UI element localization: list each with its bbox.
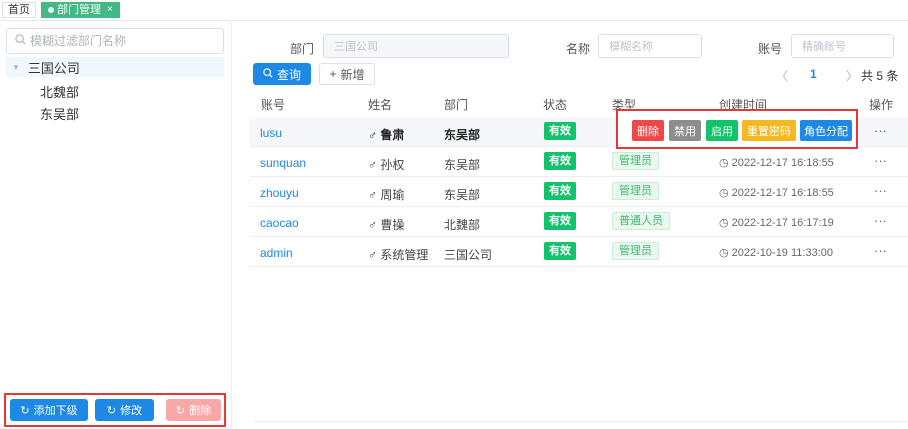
- refresh-icon: ↻: [175, 404, 186, 417]
- created-time: ◷ 2022-10-19 11:33:00: [719, 247, 833, 259]
- active-dot-icon: [48, 7, 54, 13]
- table-row[interactable]: sunquan ♂ 孙权 东吴部 有效 管理员 ◷ 2022-12-17 16:…: [250, 147, 908, 177]
- account-filter-input[interactable]: 精确账号: [791, 34, 894, 58]
- clock-icon: ◷: [719, 157, 732, 169]
- dept-name: 北魏部: [444, 218, 481, 232]
- tab-label: 部门管理: [57, 4, 101, 16]
- next-page-icon[interactable]: 〉: [846, 67, 858, 84]
- row-delete-button[interactable]: 删除: [632, 120, 664, 141]
- reset-password-button[interactable]: 重置密码: [742, 120, 796, 141]
- tree-filter-input[interactable]: [30, 34, 210, 48]
- tree-node-label: 三国公司: [27, 60, 80, 76]
- more-actions-icon[interactable]: ···: [874, 243, 887, 258]
- dept-name: 三国公司: [444, 248, 493, 262]
- tree-filter-field[interactable]: [6, 28, 224, 54]
- tree-node-dongwu[interactable]: 东吴部: [40, 104, 79, 123]
- tree-node-beiwei[interactable]: 北魏部: [40, 82, 79, 101]
- table-row[interactable]: zhouyu ♂ 周瑜 东吴部 有效 管理员 ◷ 2022-12-17 16:1…: [250, 177, 908, 207]
- prev-page-icon[interactable]: 〈: [776, 67, 788, 84]
- user-name: ♂ 周瑜: [368, 188, 405, 202]
- created-time: ◷ 2022-12-17 16:17:19: [719, 217, 834, 229]
- account-link[interactable]: lusu: [260, 126, 282, 140]
- search-icon: [15, 34, 26, 48]
- row-actions-popover: 删除 禁用 启用 重置密码 角色分配: [616, 109, 858, 149]
- tree-action-bar: ↻ 添加下级 ↻ 修改 ↻ 删除: [4, 393, 226, 427]
- user-name: ♂ 鲁肃: [368, 128, 405, 142]
- status-badge: 有效: [544, 242, 576, 260]
- type-badge: 普通人员: [612, 212, 670, 230]
- account-link[interactable]: admin: [260, 246, 293, 260]
- clock-icon: ◷: [719, 187, 732, 199]
- name-filter-input[interactable]: 模糊名称: [598, 34, 702, 58]
- edit-button[interactable]: ↻ 修改: [95, 399, 154, 421]
- clock-icon: ◷: [719, 247, 732, 259]
- more-actions-icon[interactable]: ···: [874, 153, 887, 168]
- status-badge: 有效: [544, 152, 576, 170]
- user-name: ♂ 系统管理: [368, 248, 429, 262]
- created-time: ◷ 2022-12-17 16:18:55: [719, 157, 834, 169]
- search-icon: [263, 67, 273, 81]
- col-header-status: 状态: [543, 98, 568, 112]
- add-child-button[interactable]: ↻ 添加下级: [10, 399, 88, 421]
- tree-node-root[interactable]: ▼ 三国公司: [6, 57, 224, 77]
- type-badge: 管理员: [612, 242, 659, 260]
- table-row[interactable]: caocao ♂ 曹操 北魏部 有效 普通人员 ◷ 2022-12-17 16:…: [250, 207, 908, 237]
- row-disable-button[interactable]: 禁用: [669, 120, 701, 141]
- clock-icon: ◷: [719, 217, 732, 229]
- user-name: ♂ 孙权: [368, 158, 405, 172]
- query-button[interactable]: 查询: [253, 63, 311, 85]
- refresh-icon: ↻: [106, 404, 117, 417]
- type-badge: 管理员: [612, 182, 659, 200]
- page-number[interactable]: 1: [810, 67, 817, 81]
- user-name: ♂ 曹操: [368, 218, 405, 232]
- col-header-account: 账号: [261, 98, 286, 112]
- account-filter-label: 账号: [758, 42, 783, 56]
- col-header-dept: 部门: [444, 98, 469, 112]
- col-header-actions: 操作: [869, 98, 894, 112]
- created-time: ◷ 2022-12-17 16:18:55: [719, 187, 834, 199]
- table-row[interactable]: admin ♂ 系统管理 三国公司 有效 管理员 ◷ 2022-10-19 11…: [250, 237, 908, 267]
- dept-name: 东吴部: [444, 158, 481, 172]
- more-actions-icon[interactable]: ···: [874, 183, 887, 198]
- dept-name: 东吴部: [444, 188, 481, 202]
- status-badge: 有效: [544, 212, 576, 230]
- type-badge: 管理员: [612, 152, 659, 170]
- row-enable-button[interactable]: 启用: [706, 120, 738, 141]
- col-header-name: 姓名: [368, 98, 393, 112]
- status-badge: 有效: [544, 182, 576, 200]
- caret-down-icon[interactable]: ▼: [12, 63, 20, 72]
- tab-dept-management[interactable]: 部门管理 ×: [41, 2, 120, 18]
- more-actions-icon[interactable]: ···: [874, 213, 887, 228]
- divider: [254, 421, 908, 422]
- account-link[interactable]: sunquan: [260, 156, 306, 170]
- status-badge: 有效: [544, 122, 576, 140]
- tab-home[interactable]: 首页: [2, 2, 36, 18]
- name-filter-label: 名称: [566, 42, 591, 56]
- delete-button[interactable]: ↻ 删除: [166, 399, 221, 421]
- close-icon[interactable]: ×: [107, 3, 113, 17]
- add-button[interactable]: + 新增: [319, 63, 375, 85]
- dept-filter-input[interactable]: 三国公司: [323, 34, 509, 58]
- account-link[interactable]: caocao: [260, 216, 299, 230]
- more-actions-icon[interactable]: ···: [874, 123, 887, 138]
- tab-bar: 首页 部门管理 ×: [0, 0, 908, 21]
- plus-icon: +: [329, 67, 337, 81]
- account-link[interactable]: zhouyu: [260, 186, 299, 200]
- assign-role-button[interactable]: 角色分配: [800, 120, 852, 141]
- total-count: 共 5 条: [861, 69, 899, 83]
- dept-name: 东吴部: [444, 128, 481, 142]
- dept-filter-label: 部门: [290, 42, 315, 56]
- refresh-icon: ↻: [20, 404, 30, 417]
- dept-tree-panel: ▼ 三国公司 北魏部 东吴部 ↻ 添加下级 ↻ 修改 ↻ 删除: [0, 22, 232, 429]
